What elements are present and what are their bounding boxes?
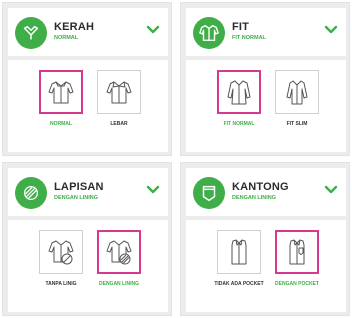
option-fit-normal[interactable]: FIT NORMAL — [214, 70, 264, 127]
lining-icon — [15, 177, 47, 209]
card-lapisan: LAPISAN DENGAN LINING TANPA LINIG DENGAN… — [2, 162, 172, 316]
card-options: FIT NORMAL FIT SLIM — [186, 60, 346, 152]
option-label: LEBAR — [110, 121, 128, 127]
chevron-down-icon[interactable] — [324, 185, 338, 195]
option-image — [217, 230, 261, 274]
option-image — [97, 70, 141, 114]
shirt-fit-normal-icon — [227, 80, 251, 105]
option-dengan-pocket[interactable]: DENGAN POCKET — [272, 230, 322, 287]
shirt-with-lining-icon — [106, 240, 132, 265]
option-image — [97, 230, 141, 274]
option-label: TIDAK ADA POCKET — [214, 281, 264, 287]
shirt-with-pocket-icon — [289, 239, 305, 265]
option-label: TANPA LINIG — [45, 281, 77, 287]
card-header-kerah[interactable]: KERAH NORMAL — [8, 8, 168, 56]
option-image — [275, 230, 319, 274]
card-fit: FIT FIT NORMAL FIT NORMAL FIT SLIM — [180, 2, 350, 156]
card-subtitle: DENGAN LINING — [54, 195, 98, 201]
option-label: DENGAN POCKET — [275, 281, 319, 287]
option-lebar[interactable]: LEBAR — [94, 70, 144, 127]
card-title: LAPISAN — [54, 181, 104, 193]
option-image — [275, 70, 319, 114]
shirt-icon — [48, 81, 74, 104]
card-options: TANPA LINIG DENGAN LINING — [8, 220, 168, 312]
option-dengan-lining[interactable]: DENGAN LINING — [94, 230, 144, 287]
collar-icon — [15, 17, 47, 49]
shirt-no-lining-icon — [48, 240, 74, 265]
option-label: FIT SLIM — [286, 121, 308, 127]
pocket-icon — [193, 177, 225, 209]
chevron-down-icon[interactable] — [146, 25, 160, 35]
option-image — [39, 70, 83, 114]
option-label: DENGAN LINING — [99, 281, 139, 287]
option-fit-slim[interactable]: FIT SLIM — [272, 70, 322, 127]
option-image — [217, 70, 261, 114]
card-kantong: KANTONG DENGAN LINING TIDAK ADA POCKET D… — [180, 162, 350, 316]
card-header-kantong[interactable]: KANTONG DENGAN LINING — [186, 168, 346, 216]
shirt-no-pocket-icon — [231, 239, 247, 265]
card-subtitle: FIT NORMAL — [232, 35, 266, 41]
card-title: FIT — [232, 21, 250, 33]
card-options: TIDAK ADA POCKET DENGAN POCKET — [186, 220, 346, 312]
card-header-fit[interactable]: FIT FIT NORMAL — [186, 8, 346, 56]
shirt-fit-icon — [193, 17, 225, 49]
option-image — [39, 230, 83, 274]
card-kerah: KERAH NORMAL NORMAL LEBAR — [2, 2, 172, 156]
chevron-down-icon[interactable] — [146, 185, 160, 195]
option-label: NORMAL — [50, 121, 72, 127]
option-normal[interactable]: NORMAL — [36, 70, 86, 127]
card-title: KERAH — [54, 21, 95, 33]
card-subtitle: DENGAN LINING — [232, 195, 276, 201]
option-tidak-ada-pocket[interactable]: TIDAK ADA POCKET — [214, 230, 264, 287]
shirt-wide-collar-icon — [106, 81, 132, 104]
option-label: FIT NORMAL — [223, 121, 255, 127]
option-tanpa-lining[interactable]: TANPA LINIG — [36, 230, 86, 287]
shirt-fit-slim-icon — [286, 80, 308, 105]
card-header-lapisan[interactable]: LAPISAN DENGAN LINING — [8, 168, 168, 216]
card-subtitle: NORMAL — [54, 35, 79, 41]
card-options: NORMAL LEBAR — [8, 60, 168, 152]
card-title: KANTONG — [232, 181, 289, 193]
chevron-down-icon[interactable] — [324, 25, 338, 35]
